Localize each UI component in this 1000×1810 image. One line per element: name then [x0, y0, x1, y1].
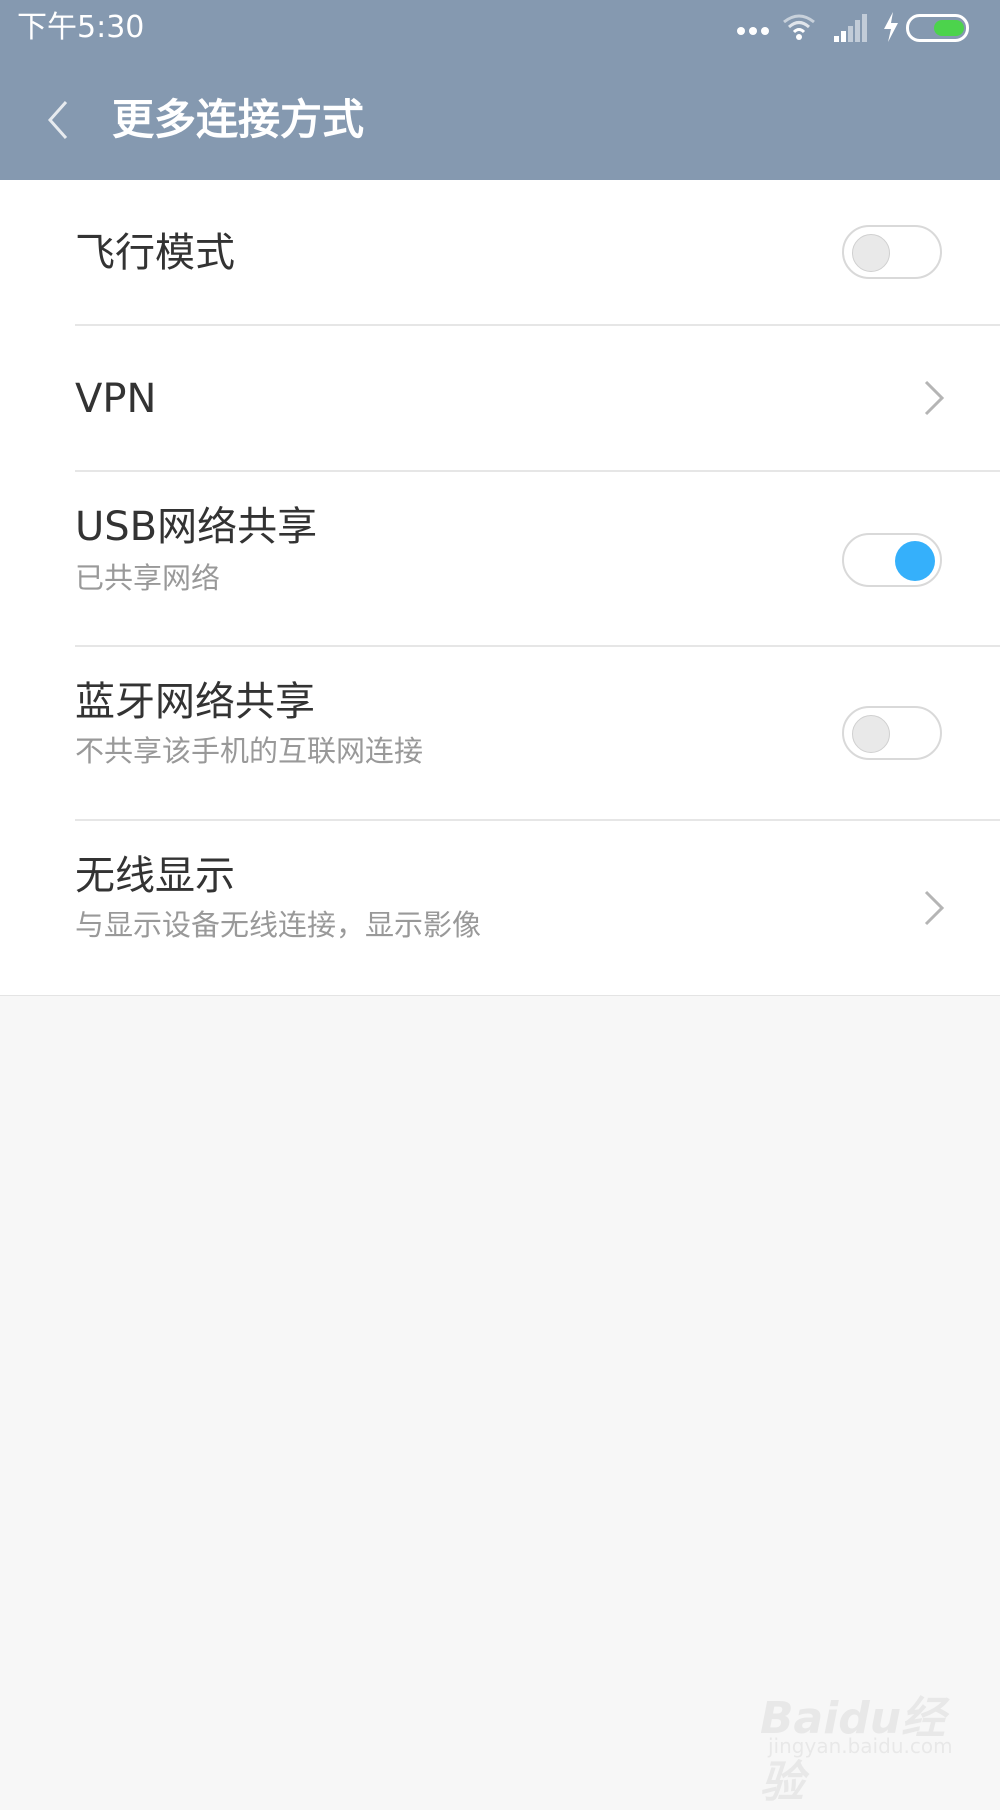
battery-icon: [906, 14, 969, 42]
setting-title: 飞行模式: [75, 230, 235, 276]
toggle-knob: [852, 234, 890, 272]
wifi-icon: [783, 14, 815, 40]
setting-subtitle: 已共享网络: [75, 561, 221, 595]
bluetooth-tethering-toggle[interactable]: [842, 706, 942, 760]
page-title: 更多连接方式: [112, 95, 365, 144]
setting-title: 无线显示: [75, 853, 235, 899]
settings-list: 飞行模式 VPN USB网络共享 已共享网络 蓝牙网络共享 不共享该手机的互联网…: [0, 180, 1000, 996]
status-bar: 下午5:30: [0, 0, 1000, 56]
status-time: 下午5:30: [17, 10, 145, 45]
status-icons: [736, 10, 986, 46]
chevron-right-icon: [924, 380, 945, 416]
more-dots-icon: [737, 27, 769, 35]
setting-subtitle: 不共享该手机的互联网连接: [75, 734, 424, 768]
toggle-knob: [895, 541, 935, 581]
baidu-watermark: Baidu经验 jingyan.baidu.com: [760, 1668, 960, 1808]
header-bar: 下午5:30 更多连接方式: [0, 0, 1000, 180]
setting-vpn[interactable]: VPN: [0, 326, 1000, 472]
setting-title: VPN: [75, 376, 157, 422]
setting-title: USB网络共享: [75, 504, 318, 550]
back-arrow-icon[interactable]: [38, 94, 78, 146]
setting-airplane-mode[interactable]: 飞行模式: [0, 180, 1000, 326]
setting-usb-tethering[interactable]: USB网络共享 已共享网络: [0, 472, 1000, 647]
chevron-right-icon: [924, 890, 945, 926]
setting-bluetooth-tethering[interactable]: 蓝牙网络共享 不共享该手机的互联网连接: [0, 647, 1000, 821]
setting-wireless-display[interactable]: 无线显示 与显示设备无线连接，显示影像: [0, 821, 1000, 995]
airplane-mode-toggle[interactable]: [842, 225, 942, 279]
toggle-knob: [852, 715, 890, 753]
usb-tethering-toggle[interactable]: [842, 533, 942, 587]
signal-icon: [834, 14, 867, 42]
setting-title: 蓝牙网络共享: [75, 679, 315, 725]
setting-subtitle: 与显示设备无线连接，显示影像: [75, 908, 482, 942]
watermark-url: jingyan.baidu.com: [768, 1734, 953, 1758]
charging-bolt-icon: [884, 12, 898, 42]
